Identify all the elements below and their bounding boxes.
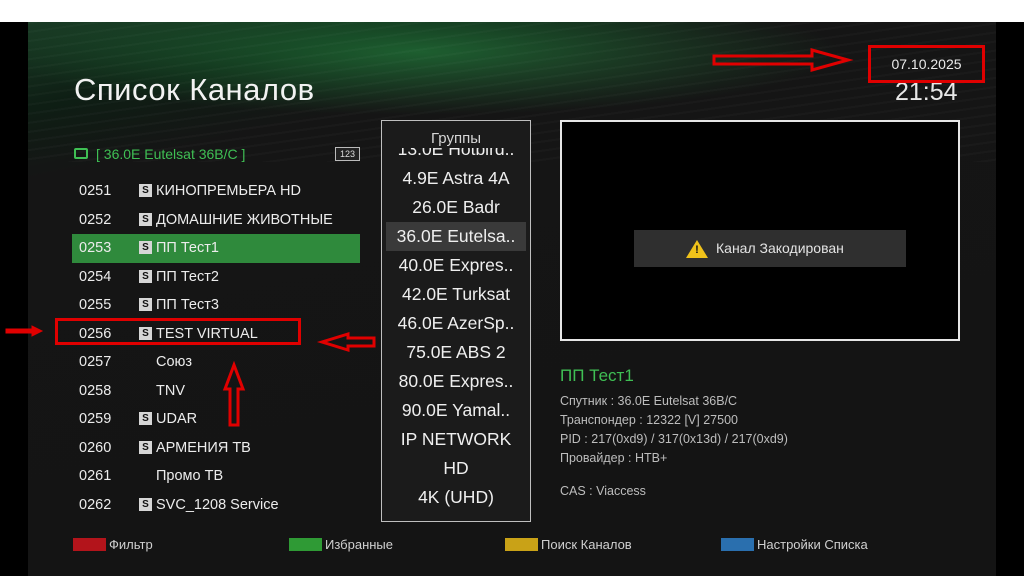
arrow-to-date-icon [712,48,854,72]
arrow-left-marker-icon [5,325,44,337]
annotation-arrows [5,48,854,427]
arrow-up-icon [222,360,246,427]
arrow-to-channel-icon [316,331,376,353]
groups-title: Группы [382,130,530,148]
